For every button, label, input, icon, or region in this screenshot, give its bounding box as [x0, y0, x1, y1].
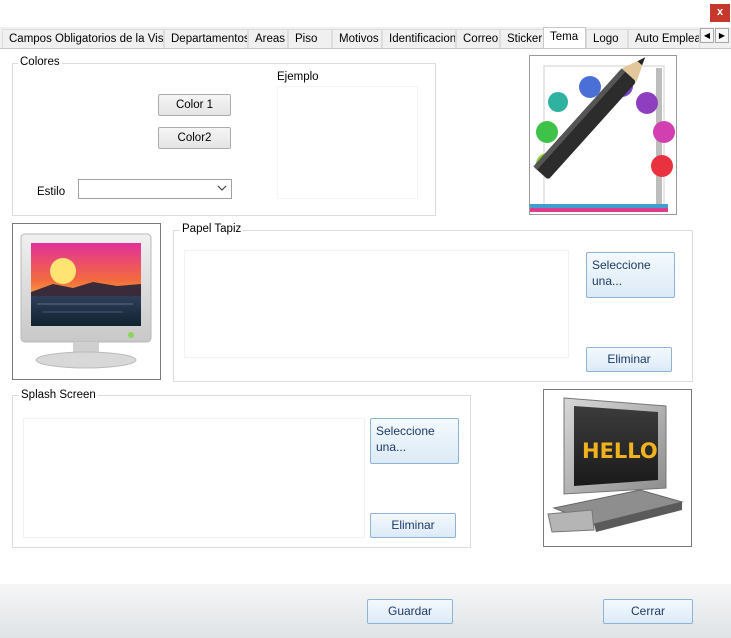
color1-button[interactable]: Color 1: [158, 94, 231, 116]
tab-piso[interactable]: Piso: [288, 29, 332, 48]
scroll-left-icon[interactable]: ◀: [700, 28, 714, 43]
colores-title: Colores: [18, 56, 62, 69]
papel-tapiz-title: Papel Tapiz: [180, 223, 244, 236]
tab-campos-obligatorios[interactable]: Campos Obligatorios de la Visita: [2, 29, 164, 48]
splash-preview: [23, 418, 365, 538]
wallpaper-monitor-icon: [20, 233, 152, 369]
splash-select-button[interactable]: Seleccione una...: [370, 418, 459, 464]
splash-image: HELLO: [543, 389, 692, 547]
guardar-button[interactable]: Guardar: [367, 599, 453, 624]
estilo-select[interactable]: [78, 179, 232, 199]
palette-image: [529, 55, 677, 215]
tab-auto-empleado[interactable]: Auto Empleado: [628, 29, 700, 48]
ejemplo-label: Ejemplo: [277, 71, 319, 83]
tab-departamentos[interactable]: Departamentos: [164, 29, 248, 48]
papel-tapiz-preview: [184, 250, 569, 358]
papel-tapiz-select-button[interactable]: Seleccione una...: [586, 252, 675, 298]
tab-areas[interactable]: Areas: [248, 29, 288, 48]
tab-logo[interactable]: Logo: [586, 29, 628, 48]
tab-identificacion[interactable]: Identificacion: [382, 29, 456, 48]
hello-monitor-icon: HELLO: [547, 397, 684, 533]
ejemplo-preview: [277, 86, 418, 199]
color2-button[interactable]: Color2: [158, 127, 231, 149]
hello-text: HELLO: [582, 439, 658, 463]
tab-motivos[interactable]: Motivos: [332, 29, 382, 48]
tab-panel-tema: Colores Color 1 Color2 Ejemplo Estilo Pa…: [0, 48, 731, 584]
palette-pencil-icon: [530, 57, 675, 212]
title-bar: [0, 0, 731, 27]
close-icon[interactable]: x: [710, 4, 730, 22]
tab-tema[interactable]: Tema: [543, 27, 586, 49]
tab-correo[interactable]: Correo: [456, 29, 500, 48]
splash-title: Splash Screen: [19, 389, 98, 402]
scroll-right-icon[interactable]: ▶: [715, 28, 729, 43]
papel-tapiz-delete-button[interactable]: Eliminar: [586, 347, 672, 372]
splash-delete-button[interactable]: Eliminar: [370, 513, 456, 538]
cerrar-button[interactable]: Cerrar: [603, 599, 693, 624]
estilo-label: Estilo: [37, 186, 66, 198]
wallpaper-image: [12, 223, 161, 380]
chevron-down-icon: [217, 185, 227, 191]
tab-strip: Campos Obligatorios de la Visita Departa…: [0, 27, 731, 49]
tab-sticker[interactable]: Sticker: [500, 29, 544, 48]
